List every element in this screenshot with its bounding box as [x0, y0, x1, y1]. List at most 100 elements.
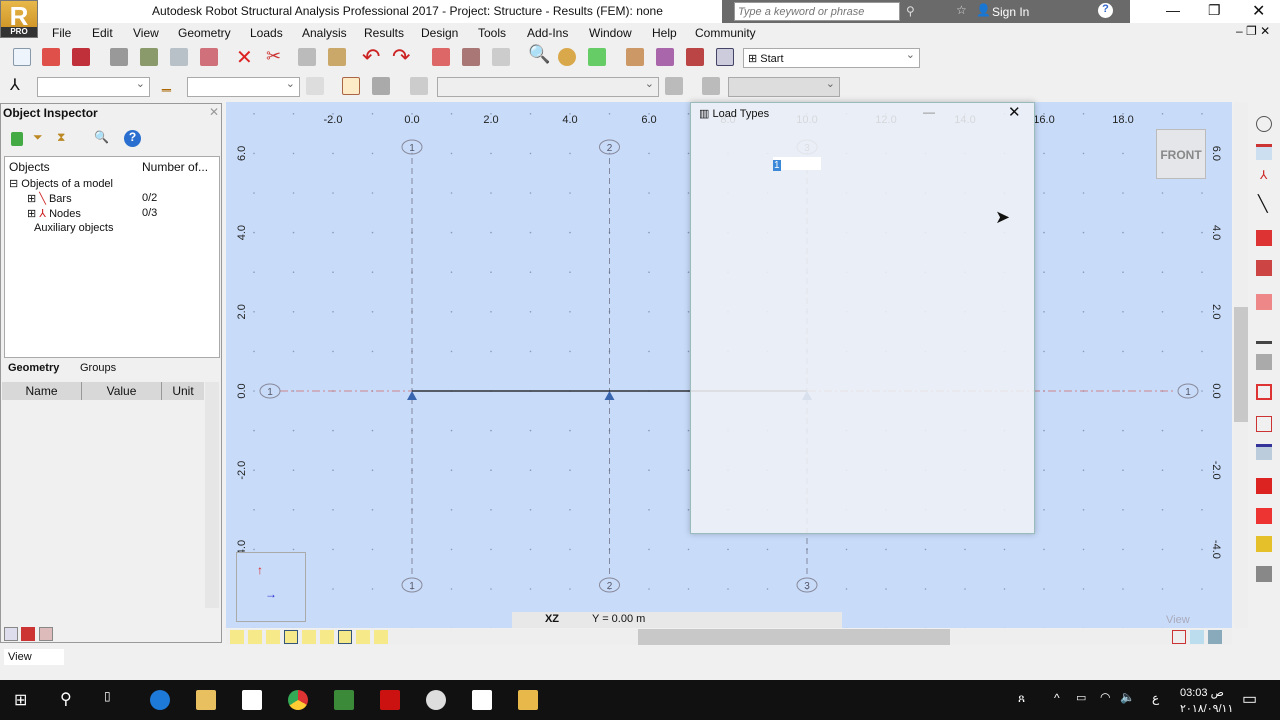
menu-analysis[interactable]: Analysis	[302, 26, 347, 40]
releases-icon[interactable]	[1256, 328, 1272, 344]
sections-display-icon[interactable]	[266, 630, 280, 644]
menu-file[interactable]: File	[52, 26, 71, 40]
search-taskbar-icon[interactable]: ⚲	[60, 689, 72, 709]
scissors-view-icon[interactable]	[1172, 630, 1186, 644]
tray-chevron-icon[interactable]: ^	[1054, 691, 1060, 705]
edge-icon[interactable]	[150, 690, 170, 710]
delete-icon[interactable]: ✕	[236, 45, 253, 70]
bar-selection-field[interactable]	[187, 77, 300, 97]
inspector-close-icon[interactable]: ✕	[209, 105, 219, 119]
copy-icon[interactable]	[298, 48, 316, 66]
search-input[interactable]	[734, 2, 900, 21]
menu-help[interactable]: Help	[652, 26, 677, 40]
people-icon[interactable]: ጸ	[1018, 691, 1025, 706]
menu-results[interactable]: Results	[364, 26, 404, 40]
bar-view-icon[interactable]	[1190, 630, 1204, 644]
dialog-close-button[interactable]: ✕	[1008, 103, 1021, 121]
paste-icon[interactable]	[328, 48, 346, 66]
tree-item-objects-of-model[interactable]: ⊟ Objects of a model	[9, 177, 113, 190]
calculator-icon[interactable]	[432, 48, 450, 66]
table-icon[interactable]	[1256, 444, 1272, 460]
save-icon[interactable]	[72, 48, 90, 66]
task-view-icon[interactable]: ▯	[104, 689, 111, 703]
load-values-icon[interactable]	[374, 630, 388, 644]
filter-icon[interactable]: ⏷	[33, 130, 43, 145]
tree-item-nodes[interactable]: ⊞ ⅄ Nodes	[27, 207, 81, 220]
menu-design[interactable]: Design	[421, 26, 458, 40]
minimize-button[interactable]: —	[1166, 2, 1180, 18]
acrobat-icon[interactable]	[380, 690, 400, 710]
section-icon[interactable]	[342, 77, 360, 95]
axis-definition-icon[interactable]	[1256, 116, 1272, 132]
tree-tool-icon[interactable]	[4, 627, 18, 641]
sections-icon[interactable]	[1256, 230, 1272, 246]
menu-community[interactable]: Community	[695, 26, 756, 40]
robot-taskbar-icon[interactable]	[518, 690, 538, 710]
materials-icon[interactable]	[1256, 260, 1272, 276]
store-icon[interactable]	[242, 690, 262, 710]
timber-icon[interactable]	[1256, 536, 1272, 552]
language-indicator[interactable]: ع	[1152, 691, 1159, 705]
load-type-input[interactable]: 1	[773, 157, 821, 171]
mdi-controls[interactable]: – ❐ ✕	[1236, 24, 1270, 38]
favorites-icon[interactable]: ☆	[956, 3, 967, 17]
tree-item-auxiliary[interactable]: Auxiliary objects	[34, 222, 113, 234]
battery-icon[interactable]: ▭	[1076, 691, 1086, 704]
tab-geometry[interactable]: Geometry	[8, 362, 59, 374]
render-icon[interactable]	[1208, 630, 1222, 644]
tables-icon[interactable]	[462, 48, 480, 66]
layout-select[interactable]: ⊞ Start	[743, 48, 920, 68]
load-types-icon[interactable]	[1256, 384, 1272, 400]
wrench-icon[interactable]	[686, 48, 704, 66]
sign-in-button[interactable]: Sign In	[992, 5, 1029, 19]
display-icon[interactable]	[588, 48, 606, 66]
tree-item-bars[interactable]: ⊞ ╲ Bars	[27, 192, 72, 205]
tab-groups[interactable]: Groups	[80, 362, 116, 374]
open-icon[interactable]	[42, 48, 60, 66]
print-preview-icon[interactable]	[140, 48, 158, 66]
zoom-icon[interactable]: 🔍	[528, 44, 550, 65]
node-select-icon[interactable]: ⅄	[10, 75, 20, 95]
bar-numbers-icon[interactable]	[248, 630, 262, 644]
undo-icon[interactable]: ↶	[362, 44, 380, 70]
edit-tool-icon[interactable]	[21, 627, 36, 641]
new-icon[interactable]	[13, 48, 31, 66]
dialog-minimize-button[interactable]: —	[923, 105, 935, 119]
wifi-icon[interactable]: ◠	[1100, 690, 1110, 704]
help-icon[interactable]: ?	[1098, 3, 1113, 18]
properties-scrollbar[interactable]	[205, 382, 219, 608]
local-axes-icon[interactable]	[320, 630, 334, 644]
screen-capture-icon[interactable]	[200, 48, 218, 66]
menu-loads[interactable]: Loads	[250, 26, 283, 40]
print-icon[interactable]	[110, 48, 128, 66]
node-numbers-icon[interactable]	[230, 630, 244, 644]
redo-icon[interactable]: ↷	[392, 44, 410, 70]
props-tool-icon[interactable]	[38, 627, 53, 641]
file-explorer-icon[interactable]	[196, 690, 216, 710]
zoom-all-icon[interactable]	[558, 48, 576, 66]
find-icon[interactable]: 🔍	[94, 130, 109, 144]
clear-filter-icon[interactable]: ⧗	[57, 130, 65, 145]
query-icon[interactable]	[306, 77, 324, 95]
structure-type-icon[interactable]	[1256, 144, 1272, 160]
panels-icon[interactable]	[356, 630, 370, 644]
menu-edit[interactable]: Edit	[92, 26, 113, 40]
binoculars-icon[interactable]: ⚲	[906, 4, 915, 18]
volume-icon[interactable]: 🔈	[1120, 690, 1135, 704]
connections-icon[interactable]	[1256, 566, 1272, 582]
supports-icon[interactable]	[1256, 294, 1272, 310]
rc-design-icon[interactable]	[1256, 508, 1272, 524]
clock-date[interactable]: ٢٠١٨/٠٩/١١	[1180, 702, 1233, 715]
supports-display-icon[interactable]	[284, 630, 298, 644]
camtasia-recorder-icon[interactable]	[472, 690, 492, 710]
layouts-icon[interactable]	[716, 48, 734, 66]
canvas-vscroll[interactable]	[1234, 102, 1248, 628]
help-icon[interactable]: ?	[124, 130, 141, 147]
camtasia-icon[interactable]	[334, 690, 354, 710]
clock-time[interactable]: 03:03 ص	[1180, 686, 1224, 699]
node-selection-field[interactable]	[37, 77, 150, 97]
restore-button[interactable]: ❐	[1208, 2, 1221, 19]
bars-icon[interactable]: ╲	[1258, 194, 1268, 214]
app-logo[interactable]: R PRO	[0, 0, 38, 38]
report-icon[interactable]	[170, 48, 188, 66]
